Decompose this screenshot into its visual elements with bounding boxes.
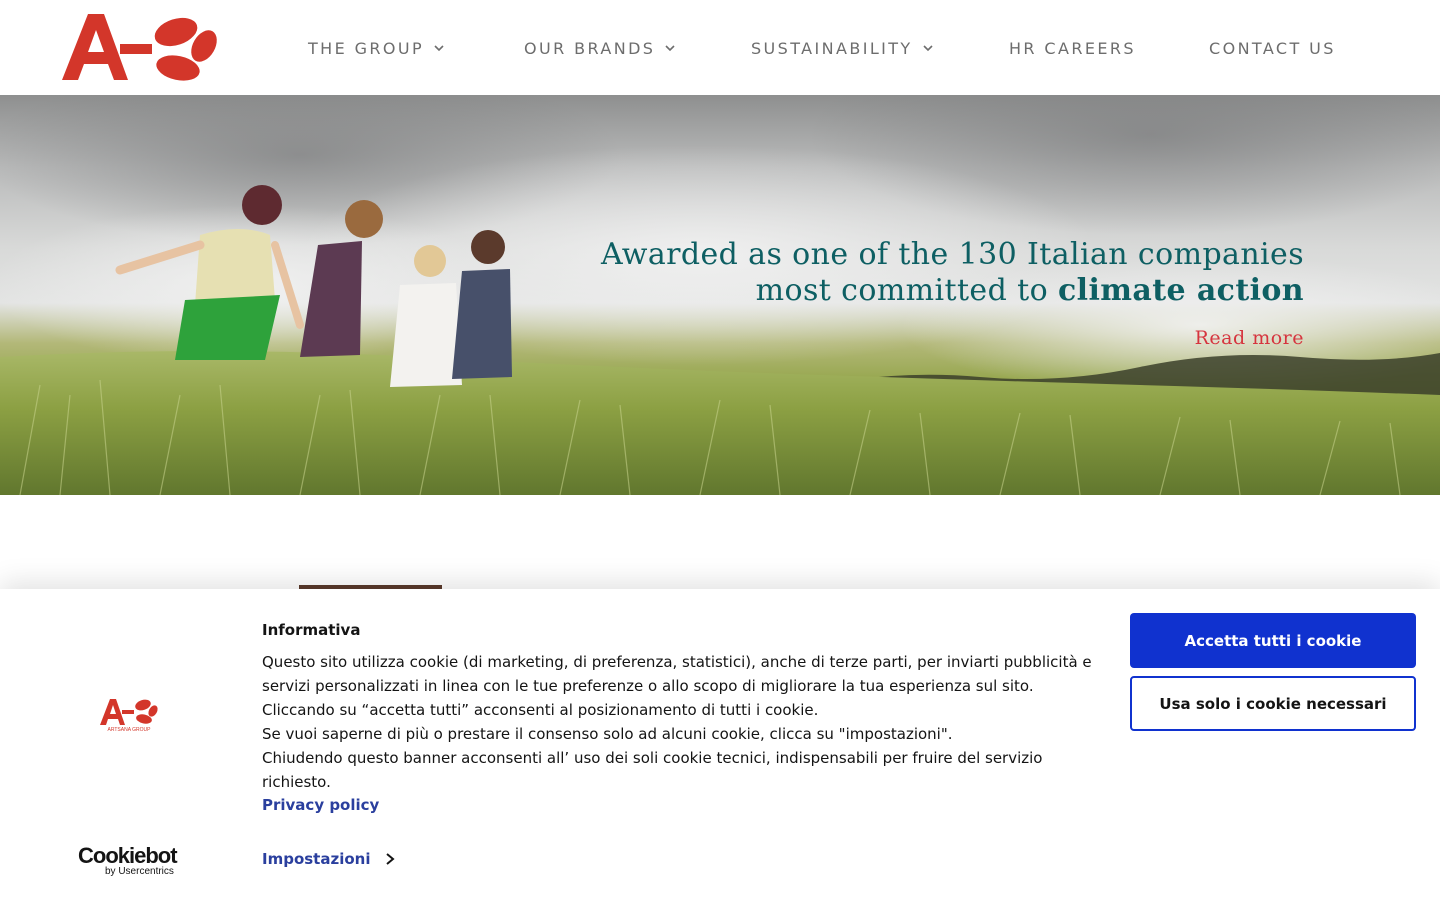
chevron-down-icon (665, 45, 675, 52)
cookie-description: Questo sito utilizza cookie (di marketin… (262, 650, 1092, 794)
accept-all-cookies-button[interactable]: Accetta tutti i cookie (1130, 613, 1416, 668)
cookie-text-line: Questo sito utilizza cookie (di marketin… (262, 653, 1092, 671)
site-header: THE GROUP OUR BRANDS SUSTAINABILITY HR C… (0, 0, 1440, 95)
hero-headline-line1: Awarded as one of the 130 Italian compan… (601, 237, 1304, 272)
hero-banner: Awarded as one of the 130 Italian compan… (0, 95, 1440, 495)
cookie-settings-link[interactable]: Impostazioni (262, 850, 396, 868)
nav-the-group[interactable]: THE GROUP (308, 36, 445, 60)
artsana-group-logo-icon: ARTSANA GROUP (100, 699, 158, 733)
nav-contact-us[interactable]: CONTACT US (1209, 36, 1336, 60)
nav-sustainability[interactable]: SUSTAINABILITY (751, 36, 934, 60)
cookie-text-line: Chiudendo questo banner acconsenti all’ … (262, 749, 1043, 767)
privacy-policy-link[interactable]: Privacy policy (262, 796, 379, 814)
cookiebot-logo: Cookiebot by Usercentrics (78, 843, 188, 877)
hero-headline-strong: climate action (1057, 273, 1304, 308)
cookie-title: Informativa (262, 621, 361, 639)
cookie-settings-label: Impostazioni (262, 850, 371, 868)
nav-hr-careers[interactable]: HR CAREERS (1009, 36, 1136, 60)
nav-label: THE GROUP (308, 38, 425, 58)
necessary-cookies-only-button[interactable]: Usa solo i cookie necessari (1130, 676, 1416, 731)
chevron-right-icon (386, 853, 396, 865)
chevron-down-icon (434, 45, 444, 52)
brand-logo-caption: ARTSANA GROUP (108, 727, 152, 733)
nav-label: OUR BRANDS (524, 38, 656, 58)
read-more-link[interactable]: Read more (1195, 327, 1304, 349)
nav-label: SUSTAINABILITY (751, 38, 913, 58)
hero-headline: Awarded as one of the 130 Italian compan… (601, 237, 1304, 309)
cookie-text-line: Se vuoi saperne di più o prestare il con… (262, 725, 953, 743)
cookie-text-line: richiesto. (262, 773, 331, 791)
cookie-text-line: Cliccando su “accetta tutti” acconsenti … (262, 701, 819, 719)
nav-our-brands[interactable]: OUR BRANDS (524, 36, 676, 60)
hero-headline-plain: most committed to (755, 273, 1058, 308)
nav-label: CONTACT US (1209, 38, 1336, 58)
cookie-consent-banner: ARTSANA GROUP Cookiebot by Usercentrics … (0, 589, 1440, 900)
nav-label: HR CAREERS (1009, 38, 1136, 58)
chevron-down-icon (923, 45, 933, 52)
main-navigation: THE GROUP OUR BRANDS SUSTAINABILITY HR C… (0, 0, 1440, 95)
hero-headline-line2: most committed to climate action (601, 273, 1304, 309)
cookie-text-line: servizi personalizzati in linea con le t… (262, 677, 1034, 695)
